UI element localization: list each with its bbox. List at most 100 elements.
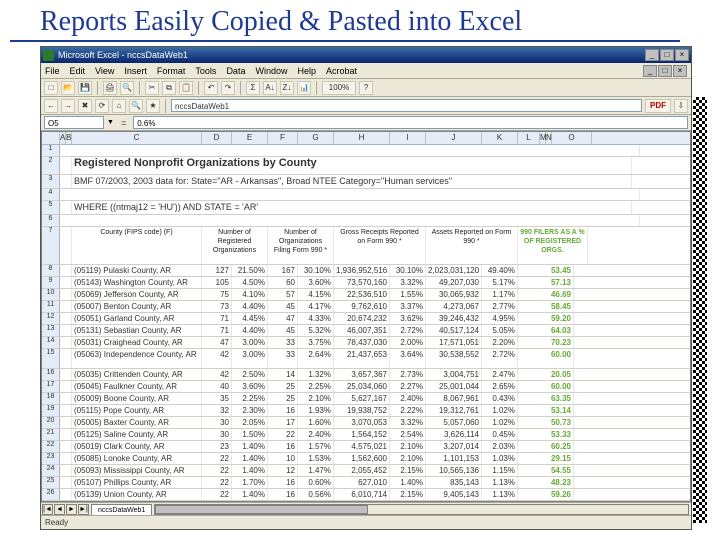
menu-view[interactable]: View — [95, 66, 114, 76]
menu-help[interactable]: Help — [297, 66, 316, 76]
horizontal-scrollbar[interactable] — [154, 504, 689, 515]
preview-icon[interactable]: 🔍 — [120, 81, 134, 95]
col-header[interactable]: L — [518, 132, 540, 144]
col-header[interactable]: D — [202, 132, 232, 144]
sort-desc-icon[interactable]: Z↓ — [280, 81, 294, 95]
stop-icon[interactable]: ✖ — [78, 99, 92, 113]
autosum-icon[interactable]: Σ — [246, 81, 260, 95]
maximize-button[interactable]: □ — [660, 49, 674, 61]
search-icon[interactable]: 🔍 — [129, 99, 143, 113]
col-header[interactable]: I — [390, 132, 426, 144]
row-number[interactable]: 18 — [42, 393, 60, 404]
row-number[interactable]: 13 — [42, 325, 60, 336]
close-button[interactable]: × — [675, 49, 689, 61]
menu-edit[interactable]: Edit — [70, 66, 86, 76]
address-box[interactable]: nccsDataWeb1 — [171, 99, 642, 112]
cell: 4.40% — [232, 325, 268, 336]
back-icon[interactable]: ← — [44, 99, 58, 113]
paste-icon[interactable]: 📋 — [179, 81, 193, 95]
menu-data[interactable]: Data — [226, 66, 245, 76]
cell: 16 — [268, 405, 298, 416]
cell: 2.20% — [482, 337, 518, 348]
menu-insert[interactable]: Insert — [124, 66, 147, 76]
print-icon[interactable]: 🖨 — [103, 81, 117, 95]
doc-close-button[interactable]: × — [673, 65, 687, 77]
cut-icon[interactable]: ✂ — [145, 81, 159, 95]
cell — [60, 277, 72, 288]
col-header[interactable]: K — [482, 132, 518, 144]
col-header[interactable]: H — [334, 132, 390, 144]
formula-input[interactable]: 0.6% — [133, 116, 688, 129]
row-number[interactable]: 16 — [42, 369, 60, 380]
undo-icon[interactable]: ↶ — [204, 81, 218, 95]
doc-minimize-button[interactable]: _ — [643, 65, 657, 77]
row-number[interactable]: 6 — [42, 215, 60, 226]
col-header[interactable]: E — [232, 132, 268, 144]
tab-nav-last[interactable]: ►| — [78, 504, 89, 515]
menu-format[interactable]: Format — [157, 66, 186, 76]
tab-nav-prev[interactable]: ◄ — [54, 504, 65, 515]
row-number[interactable]: 10 — [42, 289, 60, 300]
worksheet-grid[interactable]: ABCDEFGHIJKLMNO 12Registered Nonprofit O… — [41, 131, 691, 502]
col-header[interactable]: C — [72, 132, 202, 144]
row-number[interactable]: 8 — [42, 265, 60, 276]
cell: 5,627,167 — [334, 393, 390, 404]
sheet-tab[interactable]: nccsDataWeb1 — [91, 504, 152, 515]
pdf-convert-icon[interactable]: ⇩ — [674, 99, 688, 113]
doc-restore-button[interactable]: □ — [658, 65, 672, 77]
save-icon[interactable]: 💾 — [78, 81, 92, 95]
tab-nav-next[interactable]: ► — [66, 504, 77, 515]
favorites-icon[interactable]: ★ — [146, 99, 160, 113]
home-icon[interactable]: ⌂ — [112, 99, 126, 113]
row-number[interactable]: 24 — [42, 465, 60, 476]
chart-icon[interactable]: 📊 — [297, 81, 311, 95]
hdr-county: County (FIPS code) (F) — [72, 227, 202, 264]
menu-tools[interactable]: Tools — [195, 66, 216, 76]
row-number[interactable]: 5 — [42, 201, 60, 214]
row-number[interactable]: 1 — [42, 145, 60, 156]
zoom-box[interactable]: 100% — [322, 81, 356, 95]
hscroll-thumb[interactable] — [155, 505, 368, 514]
redo-icon[interactable]: ↷ — [221, 81, 235, 95]
col-header[interactable]: G — [298, 132, 334, 144]
row-number[interactable]: 21 — [42, 429, 60, 440]
row-number[interactable]: 4 — [42, 189, 60, 200]
row-number[interactable]: 17 — [42, 381, 60, 392]
row-number[interactable]: 12 — [42, 313, 60, 324]
col-header[interactable]: F — [268, 132, 298, 144]
row-number[interactable]: 2 — [42, 157, 60, 174]
col-header[interactable] — [42, 132, 60, 144]
open-icon[interactable]: 📂 — [61, 81, 75, 95]
row-number[interactable]: 22 — [42, 441, 60, 452]
minimize-button[interactable]: _ — [645, 49, 659, 61]
new-icon[interactable]: □ — [44, 81, 58, 95]
col-header[interactable]: O — [552, 132, 592, 144]
menu-file[interactable]: File — [45, 66, 60, 76]
row-number[interactable]: 9 — [42, 277, 60, 288]
county-name: (05051) Garland County, AR — [72, 313, 202, 324]
cell — [60, 381, 72, 392]
sort-asc-icon[interactable]: A↓ — [263, 81, 277, 95]
row-number[interactable]: 25 — [42, 477, 60, 488]
menu-acrobat[interactable]: Acrobat — [326, 66, 357, 76]
column-headers[interactable]: ABCDEFGHIJKLMNO — [42, 132, 690, 145]
name-box[interactable]: O5 — [44, 116, 104, 129]
col-header[interactable]: J — [426, 132, 482, 144]
namebox-dropdown-icon[interactable]: ▼ — [107, 119, 114, 126]
row-number[interactable]: 11 — [42, 301, 60, 312]
row-number[interactable]: 23 — [42, 453, 60, 464]
row-number[interactable]: 14 — [42, 337, 60, 348]
row-number[interactable]: 19 — [42, 405, 60, 416]
row-number[interactable]: 15 — [42, 349, 60, 368]
help-icon[interactable]: ? — [359, 81, 373, 95]
row-number[interactable]: 26 — [42, 489, 60, 500]
tab-nav-first[interactable]: |◄ — [42, 504, 53, 515]
row-number[interactable]: 7 — [42, 227, 60, 264]
forward-icon[interactable]: → — [61, 99, 75, 113]
pdf-button[interactable]: PDF — [645, 99, 671, 113]
row-number[interactable]: 3 — [42, 175, 60, 188]
row-number[interactable]: 20 — [42, 417, 60, 428]
refresh-icon[interactable]: ⟳ — [95, 99, 109, 113]
copy-icon[interactable]: ⧉ — [162, 81, 176, 95]
menu-window[interactable]: Window — [255, 66, 287, 76]
